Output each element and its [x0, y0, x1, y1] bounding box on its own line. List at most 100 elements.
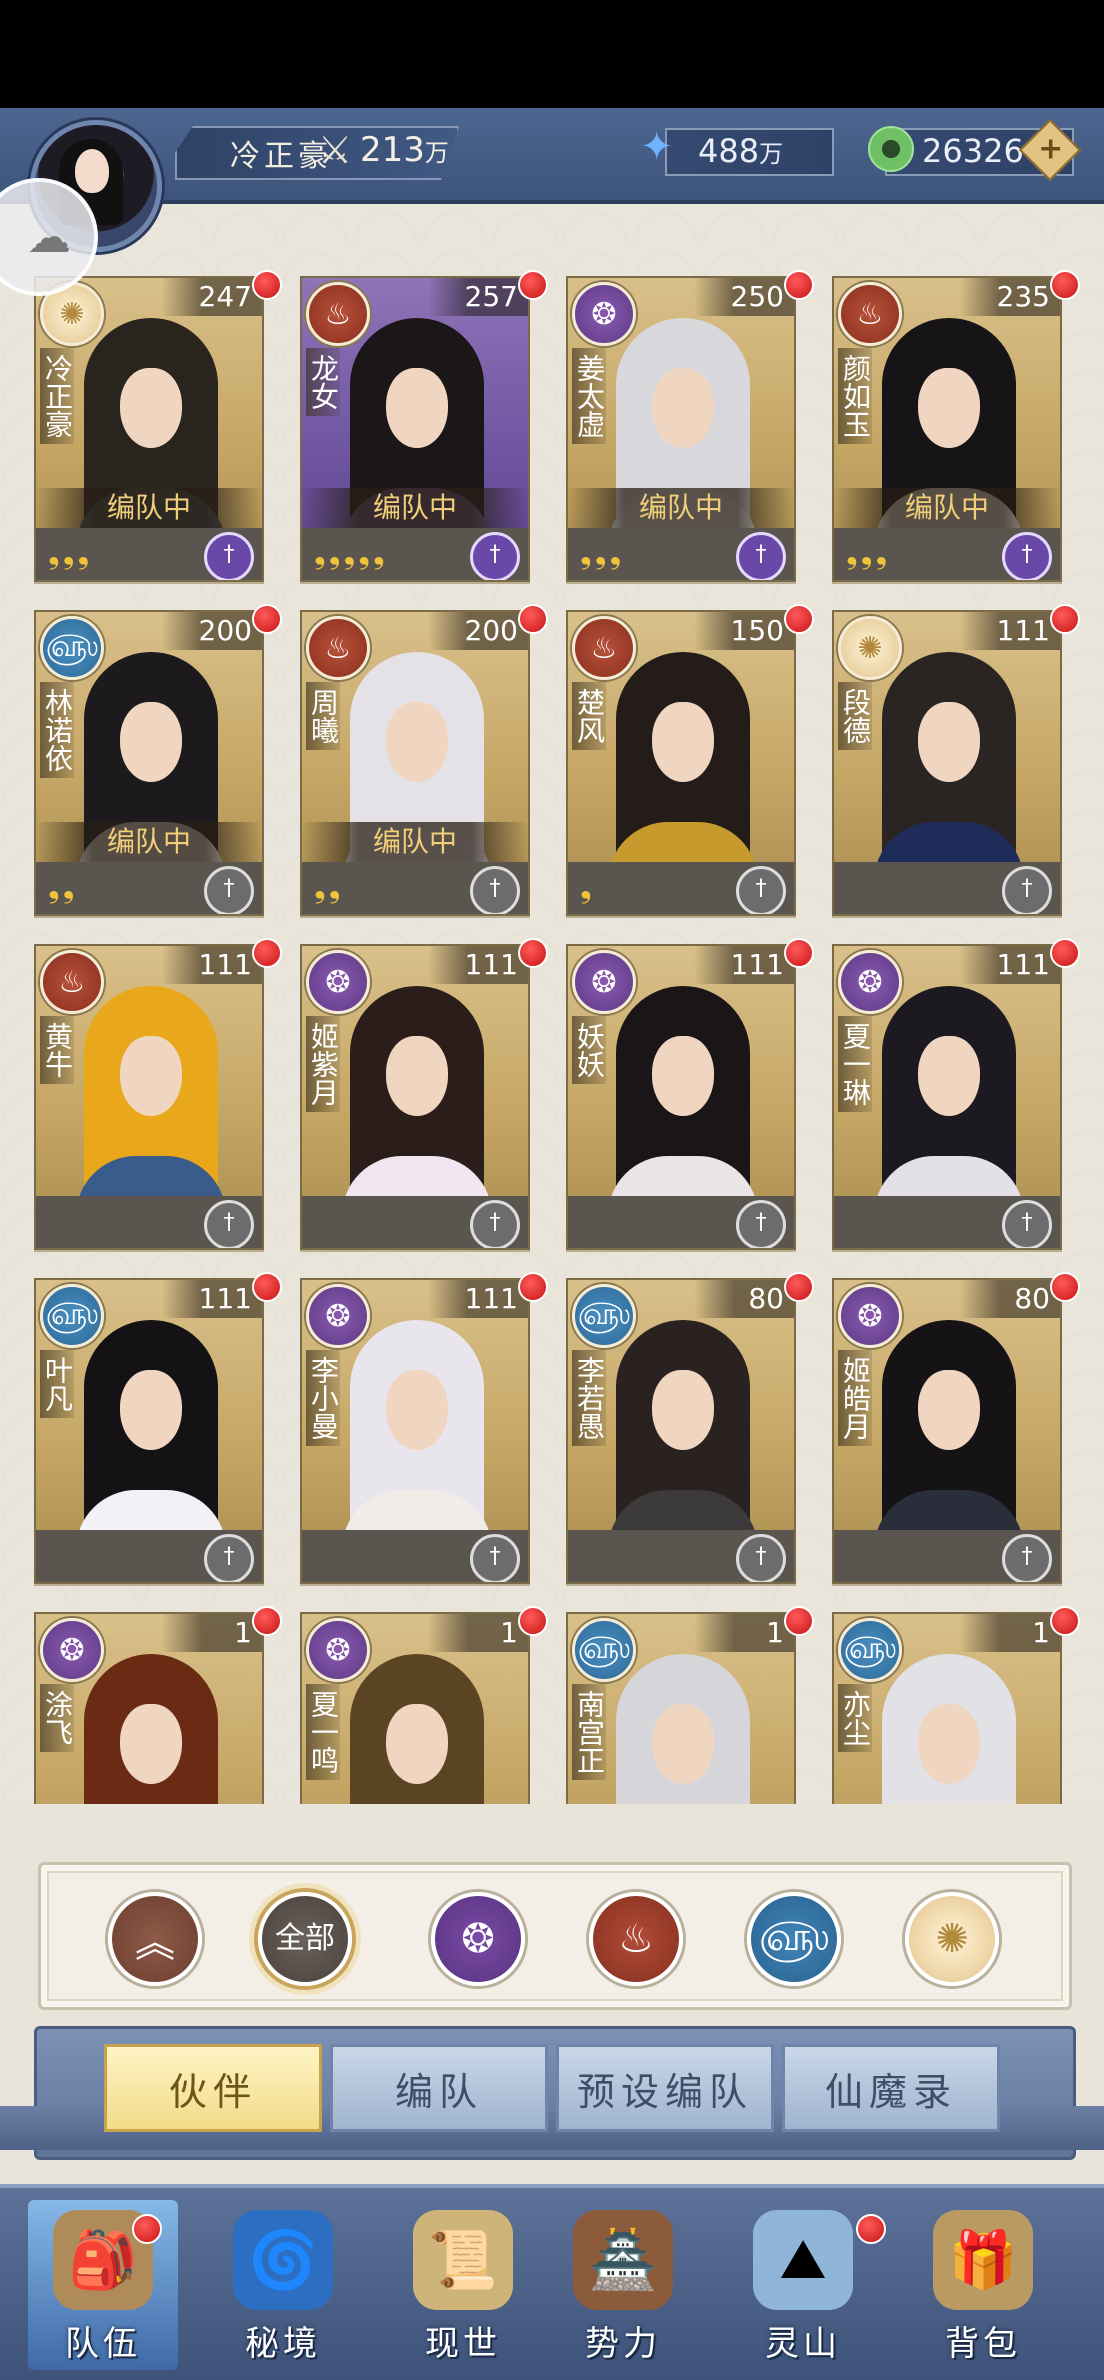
hero-notify-dot	[784, 1606, 814, 1636]
spirit-element-icon: ❂	[838, 1284, 902, 1348]
nav-bag[interactable]: 🎁 背包	[908, 2200, 1058, 2370]
hero-portrait	[76, 1320, 226, 1570]
star-rank: ❟❟	[48, 870, 78, 905]
nav-faction[interactable]: 🏯 势力	[548, 2200, 698, 2370]
card-footer: ❟❟❟ †	[36, 528, 262, 580]
status-bar	[0, 0, 1104, 108]
card-footer: ❟❟ †	[302, 862, 528, 914]
element-filter-bar: ︽ 全部 ❂ ♨ ௵ ✺	[38, 1862, 1072, 2010]
nav-faction-label: 势力	[585, 2324, 661, 2364]
filter-water-button[interactable]: ௵	[747, 1892, 841, 1986]
hero-name: 林诺依	[40, 682, 74, 778]
hero-card[interactable]: ❂ 111 妖妖 †	[566, 944, 796, 1250]
hero-level: 80	[694, 1280, 794, 1318]
portrait-face	[918, 1370, 980, 1450]
hero-card[interactable]: ❂ 250 姜太虚 编队中 ❟❟❟ †	[566, 276, 796, 582]
player-name: 冷正豪	[230, 139, 332, 174]
hero-card[interactable]: ௵1亦尘†	[832, 1612, 1062, 1804]
fire-element-icon: ♨	[40, 950, 104, 1014]
hero-card[interactable]: ✺ 111 段德 †	[832, 610, 1062, 916]
filter-sort-up-button[interactable]: ︽	[108, 1892, 202, 1986]
hero-notify-dot	[1050, 1606, 1080, 1636]
portrait-face	[386, 368, 448, 448]
hero-name: 楚风	[572, 682, 606, 750]
tab-formation[interactable]: 编队	[330, 2044, 548, 2132]
hero-name: 姬皓月	[838, 1350, 872, 1446]
hero-level: 111	[162, 1280, 262, 1318]
hero-level: 111	[694, 946, 794, 984]
hero-card[interactable]: ௵ 111 叶凡 †	[34, 1278, 264, 1584]
portrait-face	[918, 1704, 980, 1784]
crystal-number: 488	[698, 132, 760, 170]
hero-name: 涂飞	[40, 1684, 74, 1752]
hero-card[interactable]: ❂ 111 姬紫月 †	[300, 944, 530, 1250]
hero-card[interactable]: ❂1夏一鸣†	[300, 1612, 530, 1804]
hero-grid-area[interactable]: ✺ 247 冷正豪 编队中 ❟❟❟ † ♨ 257 龙女 编队中 ❟❟❟❟❟ † ❂ 250 姜太虚 编队中 ❟…	[0, 204, 1104, 1804]
hero-name: 颜如玉	[838, 348, 872, 444]
hero-card[interactable]: ௵ 80 李若愚 †	[566, 1278, 796, 1584]
hero-card[interactable]: ❂ 111 夏一琳 †	[832, 944, 1062, 1250]
in-team-banner: 编队中	[302, 822, 528, 862]
scroll-map-icon: 📜	[413, 2210, 513, 2310]
jade-value: 26326	[922, 132, 1024, 170]
hero-name: 龙女	[306, 348, 340, 416]
hero-portrait	[608, 1320, 758, 1570]
portrait-face	[918, 368, 980, 448]
hero-level: 1	[694, 1614, 794, 1652]
hero-card[interactable]: ♨ 150 楚风 ❟ †	[566, 610, 796, 916]
nav-team-notify-dot	[132, 2214, 162, 2244]
portrait-face	[652, 702, 714, 782]
hero-card[interactable]: ♨ 257 龙女 编队中 ❟❟❟❟❟ †	[300, 276, 530, 582]
sword-seal-icon: †	[736, 532, 786, 580]
hero-card[interactable]: ௵1南宫正†	[566, 1612, 796, 1804]
card-footer: †	[302, 1530, 528, 1582]
sword-seal-icon: †	[1002, 1534, 1052, 1582]
hero-card[interactable]: ♨ 111 黄牛 †	[34, 944, 264, 1250]
spirit-element-icon: ❂	[306, 1618, 370, 1682]
spirit-element-icon: ❂	[572, 282, 636, 346]
hero-portrait	[76, 1654, 226, 1804]
star-rank: ❟❟	[314, 870, 344, 905]
combat-power-icon: ⚔	[318, 128, 353, 172]
hero-card[interactable]: ௵ 200 林诺依 编队中 ❟❟ †	[34, 610, 264, 916]
hero-level: 111	[428, 946, 528, 984]
filter-light-button[interactable]: ✺	[905, 1892, 999, 1986]
hero-card[interactable]: ❂ 111 李小曼 †	[300, 1278, 530, 1584]
sun-icon: ✺	[935, 1916, 969, 1962]
fire-element-icon: ♨	[306, 282, 370, 346]
chevron-up-icon: ︽	[135, 1920, 175, 1966]
sword-seal-icon: †	[204, 532, 254, 580]
water-element-icon: ௵	[838, 1618, 902, 1682]
tab-partners[interactable]: 伙伴	[104, 2044, 322, 2132]
sword-seal-icon: †	[470, 866, 520, 914]
hero-card[interactable]: ✺ 247 冷正豪 编队中 ❟❟❟ †	[34, 276, 264, 582]
avatar-face	[75, 149, 109, 193]
tab-preset-formation[interactable]: 预设编队	[556, 2044, 774, 2132]
portrait-face	[120, 702, 182, 782]
hero-card[interactable]: ♨ 200 周曦 编队中 ❟❟ †	[300, 610, 530, 916]
hero-card[interactable]: ❂ 80 姬皓月 †	[832, 1278, 1062, 1584]
card-footer: †	[834, 862, 1060, 914]
hero-portrait	[608, 1654, 758, 1804]
portrait-face	[652, 1036, 714, 1116]
hero-name: 黄牛	[40, 1016, 74, 1084]
filter-spirit-button[interactable]: ❂	[431, 1892, 525, 1986]
hero-portrait	[874, 1320, 1024, 1570]
hero-notify-dot	[1050, 1272, 1080, 1302]
hero-card[interactable]: ❂1涂飞†	[34, 1612, 264, 1804]
hero-level: 1	[162, 1614, 262, 1652]
hero-notify-dot	[518, 270, 548, 300]
nav-world[interactable]: 📜 现世	[388, 2200, 538, 2370]
filter-all-button[interactable]: 全部	[258, 1892, 352, 1986]
filter-fire-button[interactable]: ♨	[589, 1892, 683, 1986]
card-footer: ❟❟❟❟❟ †	[302, 528, 528, 580]
hero-card[interactable]: ♨ 235 颜如玉 编队中 ❟❟❟ †	[832, 276, 1062, 582]
crystal-value: 488万	[698, 132, 783, 170]
nav-secret-realm[interactable]: 🌀 秘境	[208, 2200, 358, 2370]
tab-codex[interactable]: 仙魔录	[782, 2044, 1000, 2132]
power-unit: 万	[424, 139, 449, 167]
hero-portrait	[874, 652, 1024, 902]
water-element-icon: ௵	[40, 616, 104, 680]
hero-portrait	[608, 652, 758, 902]
card-footer: †	[302, 1196, 528, 1248]
